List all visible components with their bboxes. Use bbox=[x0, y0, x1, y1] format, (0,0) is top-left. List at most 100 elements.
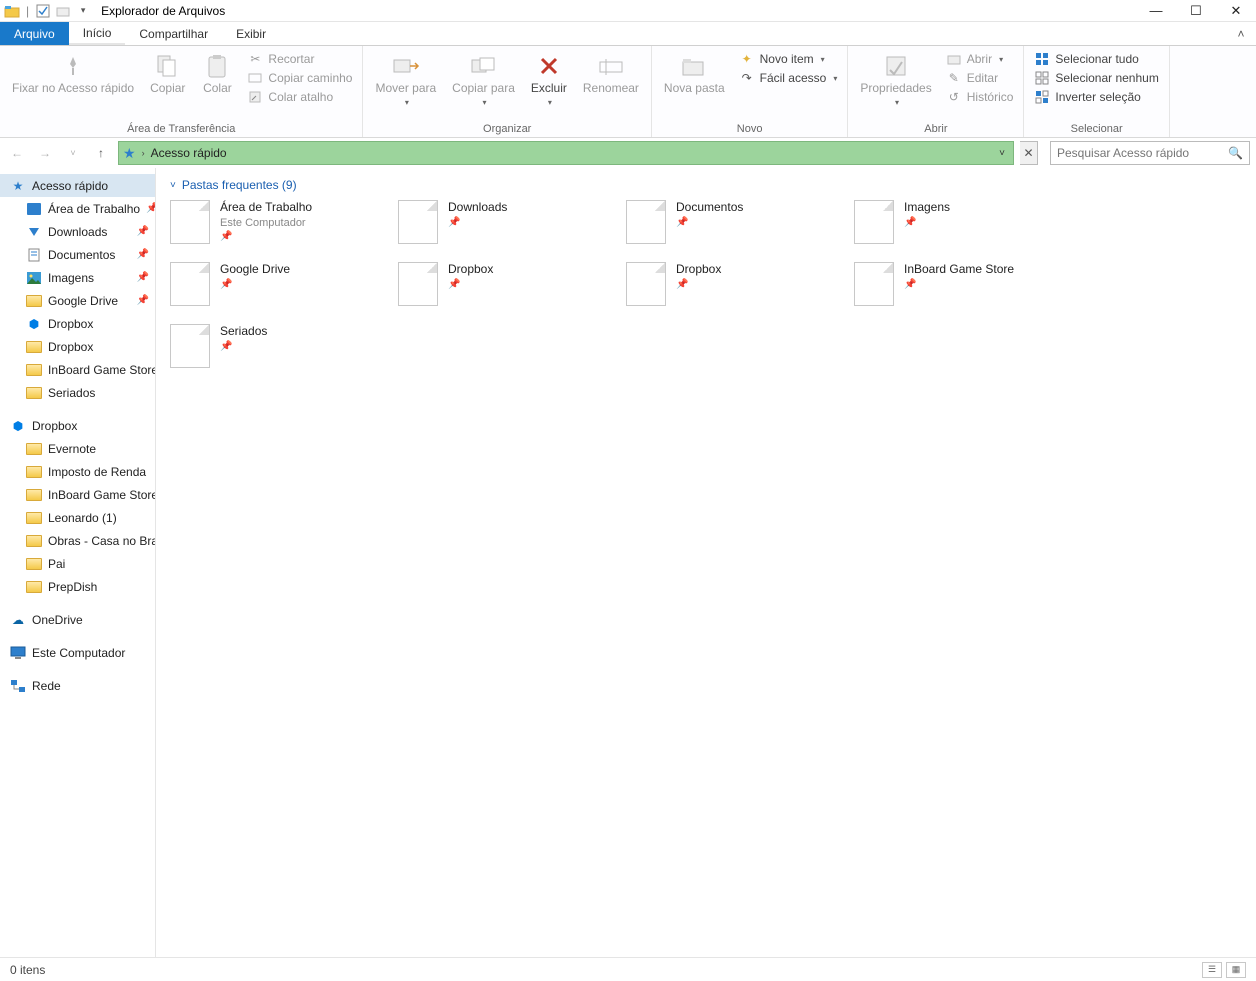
sparkle-icon: ✦ bbox=[739, 51, 755, 67]
copy-to-button[interactable]: Copiar para▾ bbox=[446, 48, 521, 107]
easy-access-button[interactable]: ↷Fácil acesso▾ bbox=[735, 69, 842, 87]
file-thumb-icon bbox=[398, 262, 438, 306]
forward-button[interactable]: → bbox=[34, 142, 56, 164]
tree-qa-item[interactable]: InBoard Game Store bbox=[0, 358, 155, 381]
tree-db-item[interactable]: PrepDish bbox=[0, 575, 155, 598]
tree-db-item[interactable]: Imposto de Renda bbox=[0, 460, 155, 483]
folder-tile[interactable]: Imagens📌 bbox=[854, 200, 1078, 244]
folder-tile[interactable]: Área de TrabalhoEste Computador📌 bbox=[170, 200, 394, 244]
tile-name: Google Drive bbox=[220, 262, 290, 278]
tree-item-label: Google Drive bbox=[48, 294, 118, 308]
tree-db-item[interactable]: Leonardo (1) bbox=[0, 506, 155, 529]
folder-tile[interactable]: Dropbox📌 bbox=[626, 262, 850, 306]
network-icon bbox=[10, 678, 26, 694]
search-input[interactable] bbox=[1057, 146, 1228, 160]
new-folder-button[interactable]: Nova pasta bbox=[658, 48, 731, 96]
tree-this-pc[interactable]: Este Computador bbox=[0, 641, 155, 664]
tab-file[interactable]: Arquivo bbox=[0, 22, 69, 45]
history-button[interactable]: ↺Histórico bbox=[942, 88, 1018, 106]
tree-qa-item[interactable]: Documentos📌 bbox=[0, 243, 155, 266]
open-button[interactable]: Abrir▾ bbox=[942, 50, 1018, 68]
edit-icon: ✎ bbox=[946, 70, 962, 86]
tree-item-icon bbox=[26, 362, 42, 378]
folder-icon bbox=[26, 441, 42, 457]
tab-view[interactable]: Exibir bbox=[222, 22, 280, 45]
tree-qa-item[interactable]: Área de Trabalho📌 bbox=[0, 197, 155, 220]
qat-dropdown-icon[interactable]: ▾ bbox=[75, 3, 91, 19]
pin-icon: 📌 bbox=[904, 216, 950, 229]
paste-shortcut-button[interactable]: Colar atalho bbox=[243, 88, 356, 106]
tree-item-label: Seriados bbox=[48, 386, 95, 400]
tree-item-label: Evernote bbox=[48, 442, 96, 456]
tab-share[interactable]: Compartilhar bbox=[125, 22, 222, 45]
select-all-button[interactable]: Selecionar tudo bbox=[1030, 50, 1162, 68]
tree-qa-item[interactable]: Downloads📌 bbox=[0, 220, 155, 243]
rename-button[interactable]: Renomear bbox=[577, 48, 645, 96]
pin-icon: 📌 bbox=[220, 340, 267, 353]
folder-icon bbox=[26, 510, 42, 526]
separator: | bbox=[26, 4, 29, 18]
copy-to-icon bbox=[468, 52, 500, 80]
tree-qa-item[interactable]: Google Drive📌 bbox=[0, 289, 155, 312]
tiles-view-button[interactable]: ▦ bbox=[1226, 962, 1246, 978]
edit-button[interactable]: ✎Editar bbox=[942, 69, 1018, 87]
section-header-frequent[interactable]: ˅ Pastas frequentes (9) bbox=[170, 178, 1242, 192]
delete-button[interactable]: Excluir▾ bbox=[525, 48, 573, 107]
pin-icon: 📌 bbox=[904, 278, 1014, 291]
refresh-stop-button[interactable]: ✕ bbox=[1020, 141, 1038, 165]
recent-dropdown[interactable]: ˅ bbox=[62, 142, 84, 164]
pin-to-quick-access-button[interactable]: Fixar no Acesso rápido bbox=[6, 48, 140, 96]
paste-button[interactable]: Colar bbox=[195, 48, 239, 96]
back-button[interactable]: ← bbox=[6, 142, 28, 164]
tree-db-item[interactable]: Obras - Casa no Bra bbox=[0, 529, 155, 552]
tree-qa-item[interactable]: ⬢Dropbox bbox=[0, 312, 155, 335]
tree-db-item[interactable]: Pai bbox=[0, 552, 155, 575]
status-item-count: 0 itens bbox=[10, 963, 45, 977]
tile-name: Área de Trabalho bbox=[220, 200, 312, 216]
select-none-button[interactable]: Selecionar nenhum bbox=[1030, 69, 1162, 87]
folder-tile[interactable]: Google Drive📌 bbox=[170, 262, 394, 306]
folder-tile[interactable]: Seriados📌 bbox=[170, 324, 394, 368]
collapse-ribbon-button[interactable]: ˄ bbox=[1226, 22, 1256, 45]
address-bar[interactable]: ★ › Acesso rápido ˅ bbox=[118, 141, 1014, 165]
tree-item-label: Leonardo (1) bbox=[48, 511, 117, 525]
details-view-button[interactable]: ☰ bbox=[1202, 962, 1222, 978]
copy-icon bbox=[152, 52, 184, 80]
copy-to-label: Copiar para bbox=[452, 82, 515, 96]
search-box[interactable]: 🔍 bbox=[1050, 141, 1250, 165]
tree-item-label: Imposto de Renda bbox=[48, 465, 146, 479]
tree-qa-item[interactable]: Seriados bbox=[0, 381, 155, 404]
new-item-button[interactable]: ✦Novo item▾ bbox=[735, 50, 842, 68]
folder-tile[interactable]: Dropbox📌 bbox=[398, 262, 622, 306]
tree-db-item[interactable]: InBoard Game Store bbox=[0, 483, 155, 506]
cut-button[interactable]: ✂Recortar bbox=[243, 50, 356, 68]
tree-onedrive[interactable]: ☁ OneDrive bbox=[0, 608, 155, 631]
new-folder-qat-icon[interactable] bbox=[55, 3, 71, 19]
folder-tile[interactable]: Downloads📌 bbox=[398, 200, 622, 244]
tree-network[interactable]: Rede bbox=[0, 674, 155, 697]
properties-qat-icon[interactable] bbox=[35, 3, 51, 19]
folder-tile[interactable]: Documentos📌 bbox=[626, 200, 850, 244]
quick-access-toolbar: | ▾ bbox=[0, 3, 95, 19]
tree-db-item[interactable]: Evernote bbox=[0, 437, 155, 460]
copy-button[interactable]: Copiar bbox=[144, 48, 191, 96]
maximize-button[interactable]: ☐ bbox=[1176, 0, 1216, 22]
tree-qa-item[interactable]: Dropbox bbox=[0, 335, 155, 358]
tree-quick-access[interactable]: ★ Acesso rápido bbox=[0, 174, 155, 197]
up-button[interactable]: ↑ bbox=[90, 142, 112, 164]
pin-icon: 📌 bbox=[137, 226, 149, 237]
close-button[interactable]: ✕ bbox=[1216, 0, 1256, 22]
folder-tile[interactable]: InBoard Game Store📌 bbox=[854, 262, 1078, 306]
tree-dropbox-root[interactable]: ⬢ Dropbox bbox=[0, 414, 155, 437]
tree-item-label: PrepDish bbox=[48, 580, 97, 594]
address-dropdown-icon[interactable]: ˅ bbox=[999, 148, 1009, 159]
tab-home[interactable]: Início bbox=[69, 22, 126, 45]
invert-selection-button[interactable]: Inverter seleção bbox=[1030, 88, 1162, 106]
tree-qa-item[interactable]: Imagens📌 bbox=[0, 266, 155, 289]
move-to-button[interactable]: Mover para▾ bbox=[369, 48, 442, 107]
file-thumb-icon bbox=[854, 200, 894, 244]
properties-button[interactable]: Propriedades▾ bbox=[854, 48, 937, 107]
minimize-button[interactable]: ― bbox=[1136, 0, 1176, 22]
monitor-icon bbox=[10, 645, 26, 661]
copy-path-button[interactable]: Copiar caminho bbox=[243, 69, 356, 87]
